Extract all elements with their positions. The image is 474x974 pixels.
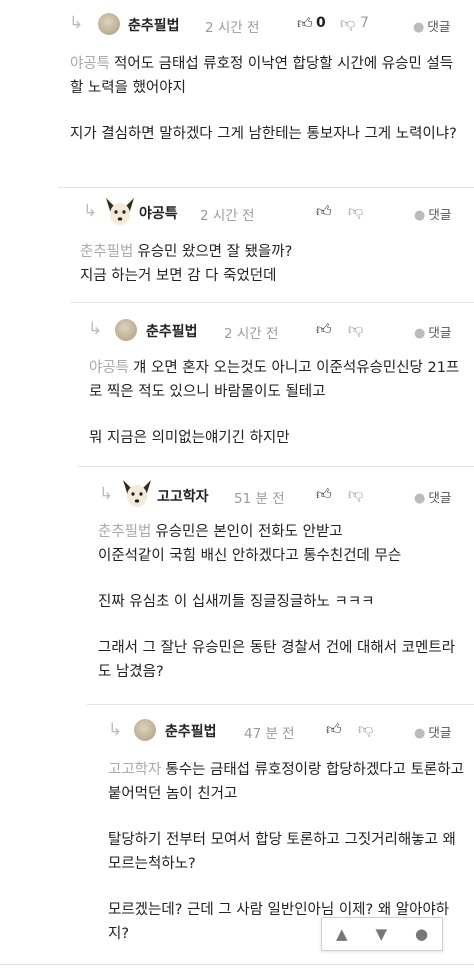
mention-tag[interactable]: 야공특 xyxy=(70,56,110,72)
timestamp: 2 시간 전 xyxy=(205,20,260,36)
reply-arrow-icon: ↳ xyxy=(83,201,98,221)
timestamp: 2 시간 전 xyxy=(200,208,255,224)
comment-paragraph: 춘추필법 유승민은 본인이 전화도 안받고 이준석같이 국힘 배신 안하겠다고 통… xyxy=(98,524,402,564)
timestamp: 47 분 전 xyxy=(244,726,295,742)
reply-button-label: 댓글 xyxy=(428,325,452,340)
comment-header: ↳ 춘추필법 2 시간 전 👍︎ 👎︎ ● 댓글 xyxy=(78,306,474,350)
comment: ↳ 고고학자 51 분 전 👍︎ 👎︎ ● 댓글 춘추필법 유승민은 본인이 전화도… xyxy=(87,470,474,705)
comment-paragraph: 야공특 걔 오면 혼자 오는것도 아니고 이준석유승민신당 21프로 찍은 적도 … xyxy=(89,360,460,400)
like-count: 0 xyxy=(316,15,326,31)
arrow-down-icon[interactable]: ▼ xyxy=(375,925,387,943)
thumb-down-icon[interactable]: 👎︎ xyxy=(358,720,373,739)
thumb-down-icon[interactable]: 👎︎ xyxy=(348,485,363,504)
comment-header: ↳ 야공특 2 시간 전 👍︎ 👎︎ ● 댓글 xyxy=(70,188,474,232)
comment-body: 야공특 걔 오면 혼자 오는것도 아니고 이준석유승민신당 21프로 찍은 적도 … xyxy=(89,356,464,450)
author-nickname[interactable]: 야공특 xyxy=(139,203,178,223)
timestamp: 51 분 전 xyxy=(234,491,285,507)
comment-bubble-icon: ● xyxy=(414,326,426,341)
author-nickname[interactable]: 춘추필법 xyxy=(128,15,180,35)
comment: ↳ 춘추필법 2 시간 전 👍︎ 👎︎ ● 댓글 야공특 걔 오면 혼자 오는것도 … xyxy=(78,306,474,467)
reply-arrow-icon: ↳ xyxy=(108,720,123,740)
thumb-down-icon[interactable]: 👎︎ xyxy=(348,202,363,221)
thumb-up-icon[interactable]: 👍︎ xyxy=(326,720,342,739)
thumb-up-icon[interactable]: 👍︎ xyxy=(316,320,332,339)
comment-body: 춘추필법 유승민은 본인이 전화도 안받고 이준석같이 국힘 배신 안하겠다고 통… xyxy=(98,520,464,684)
reply-arrow-icon: ↳ xyxy=(99,484,114,504)
author-nickname[interactable]: 춘추필법 xyxy=(165,721,217,741)
divider xyxy=(0,964,474,965)
reply-button[interactable]: ● 댓글 xyxy=(414,204,451,223)
thumb-up-icon[interactable]: 👍︎ xyxy=(316,202,332,221)
reply-button[interactable]: ● 댓글 xyxy=(414,722,451,741)
mention-tag[interactable]: 고고학자 xyxy=(108,762,161,778)
mention-tag[interactable]: 춘추필법 xyxy=(80,244,133,260)
comment-paragraph: 지가 결심하면 말하겠다 그게 남한테는 통보자나 그게 노력이냐? xyxy=(70,126,457,142)
reply-arrow-icon: ↳ xyxy=(88,319,103,339)
reply-button[interactable]: ● 댓글 xyxy=(413,16,450,35)
mention-tag[interactable]: 춘추필법 xyxy=(98,524,151,540)
comment-bubble-icon[interactable]: ● xyxy=(415,925,428,943)
comment: ↳ 춘추필법 2 시간 전 👍︎ 0 👎︎ 7 ● 댓글 야공특 적어도 금태섭 류… xyxy=(58,0,474,188)
comment-paragraph: 춘추필법 유승민 왔으면 잘 됐을까? 지금 하는거 보면 감 다 죽었던데 xyxy=(80,244,293,284)
comment-header: ↳ 춘추필법 47 분 전 👍︎ 👎︎ ● 댓글 xyxy=(96,708,474,752)
comment-paragraph: 야공특 적어도 금태섭 류호정 이낙연 합당할 시간에 유승민 설득할 노력을 했… xyxy=(70,56,454,96)
dislike-count: 7 xyxy=(360,15,369,31)
comment-bubble-icon: ● xyxy=(413,20,425,35)
reply-button-label: 댓글 xyxy=(427,19,451,34)
avatar[interactable] xyxy=(115,319,137,341)
comment-bubble-icon: ● xyxy=(414,208,426,223)
scroll-nav: ▲ ▼ ● xyxy=(321,917,443,951)
comment-paragraph: 그래서 그 잘난 유승민은 동탄 경찰서 건에 대해서 코멘트라도 남겼음? xyxy=(98,640,456,680)
comment-paragraph: 탈당하기 전부터 모여서 합당 토론하고 그짓거리해놓고 왜 모르는척하노? xyxy=(108,832,456,872)
avatar[interactable] xyxy=(102,194,138,230)
mention-tag[interactable]: 야공특 xyxy=(89,360,129,376)
reply-button[interactable]: ● 댓글 xyxy=(414,322,451,341)
comment-bubble-icon: ● xyxy=(414,726,426,741)
reply-button-label: 댓글 xyxy=(428,207,452,222)
comment-header: ↳ 고고학자 51 분 전 👍︎ 👎︎ ● 댓글 xyxy=(87,470,474,514)
avatar[interactable] xyxy=(134,719,156,741)
comment-header: ↳ 춘추필법 2 시간 전 👍︎ 0 👎︎ 7 ● 댓글 xyxy=(58,0,474,44)
comment-paragraph: 진짜 유심초 이 십새끼들 징글징글하노 ㅋㅋㅋ xyxy=(98,594,375,610)
reply-button-label: 댓글 xyxy=(428,725,452,740)
thumb-up-icon[interactable]: 👍︎ xyxy=(297,14,313,33)
timestamp: 2 시간 전 xyxy=(224,326,279,342)
author-nickname[interactable]: 춘추필법 xyxy=(146,321,198,341)
comment-paragraph: 고고학자 통수는 금태섭 류호정이랑 합당하겠다고 토론하고 붙어먹던 놈이 친거… xyxy=(108,762,464,802)
comment-body: 춘추필법 유승민 왔으면 잘 됐을까? 지금 하는거 보면 감 다 죽었던데 xyxy=(80,240,464,288)
reply-button[interactable]: ● 댓글 xyxy=(414,487,451,506)
reply-button-label: 댓글 xyxy=(428,490,452,505)
avatar[interactable] xyxy=(98,13,120,35)
comment-paragraph: 뭐 지금은 의미없는얘기긴 하지만 xyxy=(89,430,290,446)
avatar[interactable] xyxy=(119,476,155,512)
comment-bubble-icon: ● xyxy=(414,491,426,506)
thumb-down-icon[interactable]: 👎︎ xyxy=(340,14,355,33)
thumb-up-icon[interactable]: 👍︎ xyxy=(316,485,332,504)
arrow-up-icon[interactable]: ▲ xyxy=(336,925,348,943)
comment-body: 야공특 적어도 금태섭 류호정 이낙연 합당할 시간에 유승민 설득할 노력을 했… xyxy=(70,52,464,146)
comment: ↳ 야공특 2 시간 전 👍︎ 👎︎ ● 댓글 춘추필법 유승민 왔으면 잘 됐을까… xyxy=(70,188,474,303)
author-nickname[interactable]: 고고학자 xyxy=(157,486,209,506)
thumb-down-icon[interactable]: 👎︎ xyxy=(348,320,363,339)
reply-arrow-icon: ↳ xyxy=(69,13,84,33)
